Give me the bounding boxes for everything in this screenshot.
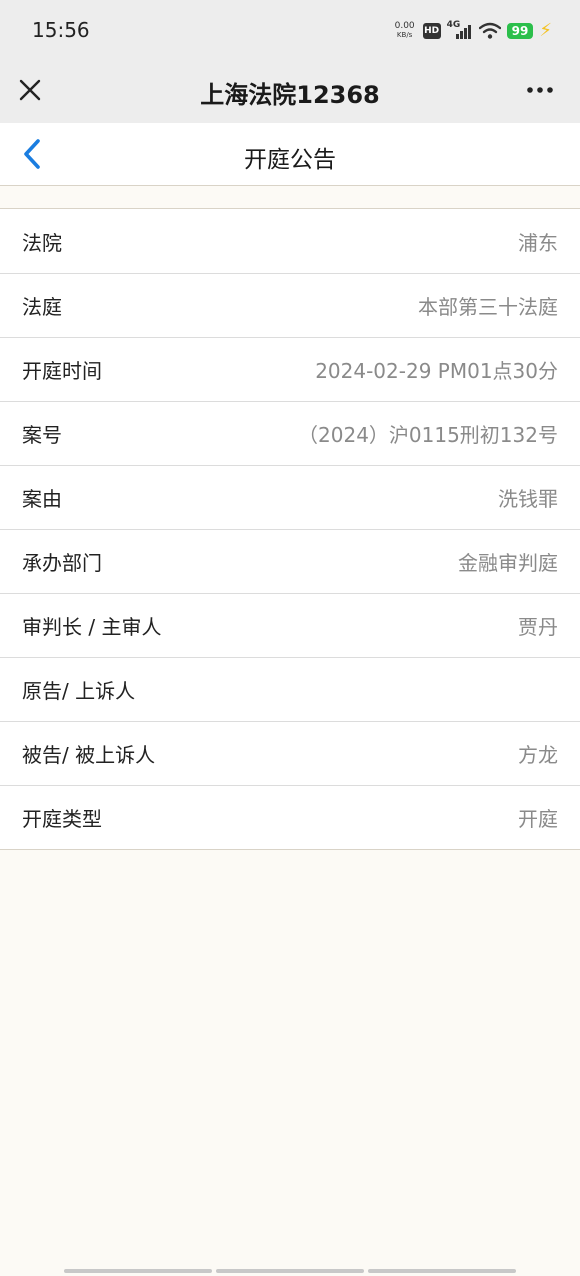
detail-row-court: 法院 浦东 <box>0 209 580 273</box>
row-label: 开庭时间 <box>22 358 102 383</box>
row-value: 开庭 <box>518 806 558 831</box>
charging-bolt-icon: ⚡ <box>539 20 552 41</box>
row-value: 本部第三十法庭 <box>418 294 558 319</box>
net-speed: 0.00 KB/s <box>395 22 415 40</box>
row-label: 承办部门 <box>22 550 102 575</box>
status-time: 15:56 <box>32 18 90 42</box>
row-label: 法庭 <box>22 294 62 319</box>
row-value: 贾丹 <box>518 614 558 639</box>
detail-row-case-number: 案号 （2024）沪0115刑初132号 <box>0 401 580 465</box>
more-icon[interactable] <box>526 78 554 102</box>
web-titlebar: 上海法院12368 <box>0 60 580 123</box>
gesture-bar[interactable] <box>64 1269 516 1273</box>
status-icons: 0.00 KB/s HD 4G 99 ⚡ <box>395 18 552 44</box>
detail-row-hearing-time: 开庭时间 2024-02-29 PM01点30分 <box>0 337 580 401</box>
row-label: 开庭类型 <box>22 806 102 831</box>
detail-row-department: 承办部门 金融审判庭 <box>0 529 580 593</box>
detail-row-cause: 案由 洗钱罪 <box>0 465 580 529</box>
detail-row-courtroom: 法庭 本部第三十法庭 <box>0 273 580 337</box>
row-value: 方龙 <box>518 742 558 767</box>
status-bar: 15:56 0.00 KB/s HD 4G 99 ⚡ <box>0 0 580 60</box>
page-title: 开庭公告 <box>244 147 336 173</box>
detail-row-plaintiff: 原告/ 上诉人 <box>0 657 580 721</box>
announcement-details: 法院 浦东 法庭 本部第三十法庭 开庭时间 2024-02-29 PM01点30… <box>0 208 580 850</box>
signal-icon: 4G <box>447 21 473 41</box>
row-value: 2024-02-29 PM01点30分 <box>315 358 558 383</box>
detail-row-hearing-type: 开庭类型 开庭 <box>0 785 580 849</box>
row-value: 浦东 <box>518 230 558 255</box>
row-label: 审判长 / 主审人 <box>22 614 162 639</box>
row-label: 法院 <box>22 230 62 255</box>
hd-icon: HD <box>422 23 441 39</box>
detail-row-presiding-judge: 审判长 / 主审人 贾丹 <box>0 593 580 657</box>
row-value: （2024）沪0115刑初132号 <box>298 422 558 447</box>
row-label: 被告/ 被上诉人 <box>22 742 156 767</box>
gesture-segment <box>64 1269 212 1273</box>
battery-icon: 99 <box>506 23 534 39</box>
row-label: 案号 <box>22 422 62 447</box>
network-type: 4G <box>446 20 461 30</box>
web-title: 上海法院12368 <box>200 81 380 109</box>
row-value: 金融审判庭 <box>458 550 558 575</box>
row-label: 原告/ 上诉人 <box>22 678 136 703</box>
gesture-segment <box>216 1269 364 1273</box>
detail-row-defendant: 被告/ 被上诉人 方龙 <box>0 721 580 785</box>
net-speed-value: 0.00 <box>394 21 415 31</box>
row-label: 案由 <box>22 486 62 511</box>
net-speed-unit: KB/s <box>396 31 413 39</box>
gesture-segment <box>368 1269 516 1273</box>
page-header: 开庭公告 <box>0 123 580 186</box>
wifi-icon <box>478 22 501 39</box>
row-value: 洗钱罪 <box>498 486 558 511</box>
